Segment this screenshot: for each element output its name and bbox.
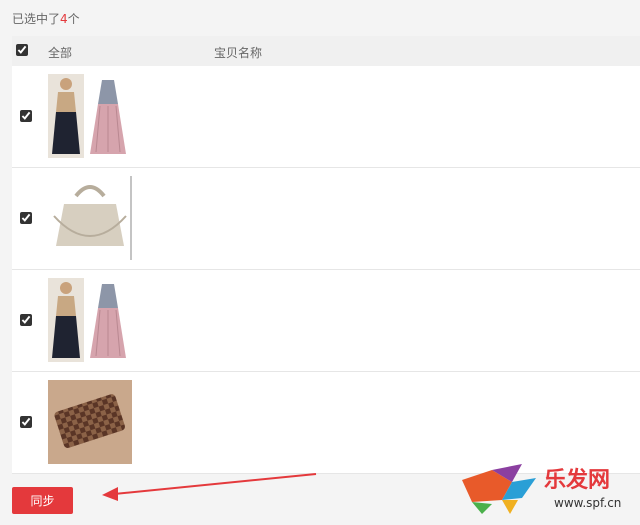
table-row <box>12 168 640 270</box>
row-checkbox[interactable] <box>20 416 32 428</box>
row-checkbox[interactable] <box>20 110 32 122</box>
row-checkbox[interactable] <box>20 212 32 224</box>
selected-count: 4 <box>60 12 68 26</box>
product-thumbnail <box>48 278 128 362</box>
summary-suffix: 个 <box>67 12 80 26</box>
product-table: 全部 宝贝名称 <box>12 36 640 474</box>
selection-summary: 已选中了4个 <box>12 10 80 27</box>
table-row <box>12 372 640 474</box>
wallet-photo <box>48 380 132 464</box>
model-photo <box>48 74 84 158</box>
product-thumbnail <box>48 176 132 260</box>
product-thumbnail <box>48 380 132 464</box>
dress-photo <box>88 74 128 158</box>
product-thumbnail <box>48 74 128 158</box>
summary-prefix: 已选中了 <box>12 12 61 26</box>
watermark-logo-icon <box>462 464 536 514</box>
table-row <box>12 66 640 168</box>
column-product-name: 宝贝名称 <box>214 46 263 60</box>
watermark-url: www.spf.cn <box>554 496 622 510</box>
sync-button[interactable]: 同步 <box>12 487 73 514</box>
table-row <box>12 270 640 372</box>
select-all-checkbox[interactable] <box>16 44 28 56</box>
row-checkbox[interactable] <box>20 314 32 326</box>
table-header: 全部 宝贝名称 <box>12 36 640 66</box>
dress-photo <box>88 278 128 362</box>
model-photo <box>48 278 84 362</box>
arrow-annotation <box>102 473 317 501</box>
watermark-brand: 乐发网 <box>544 467 611 493</box>
column-all: 全部 <box>48 46 73 60</box>
handbag-photo <box>48 176 132 260</box>
